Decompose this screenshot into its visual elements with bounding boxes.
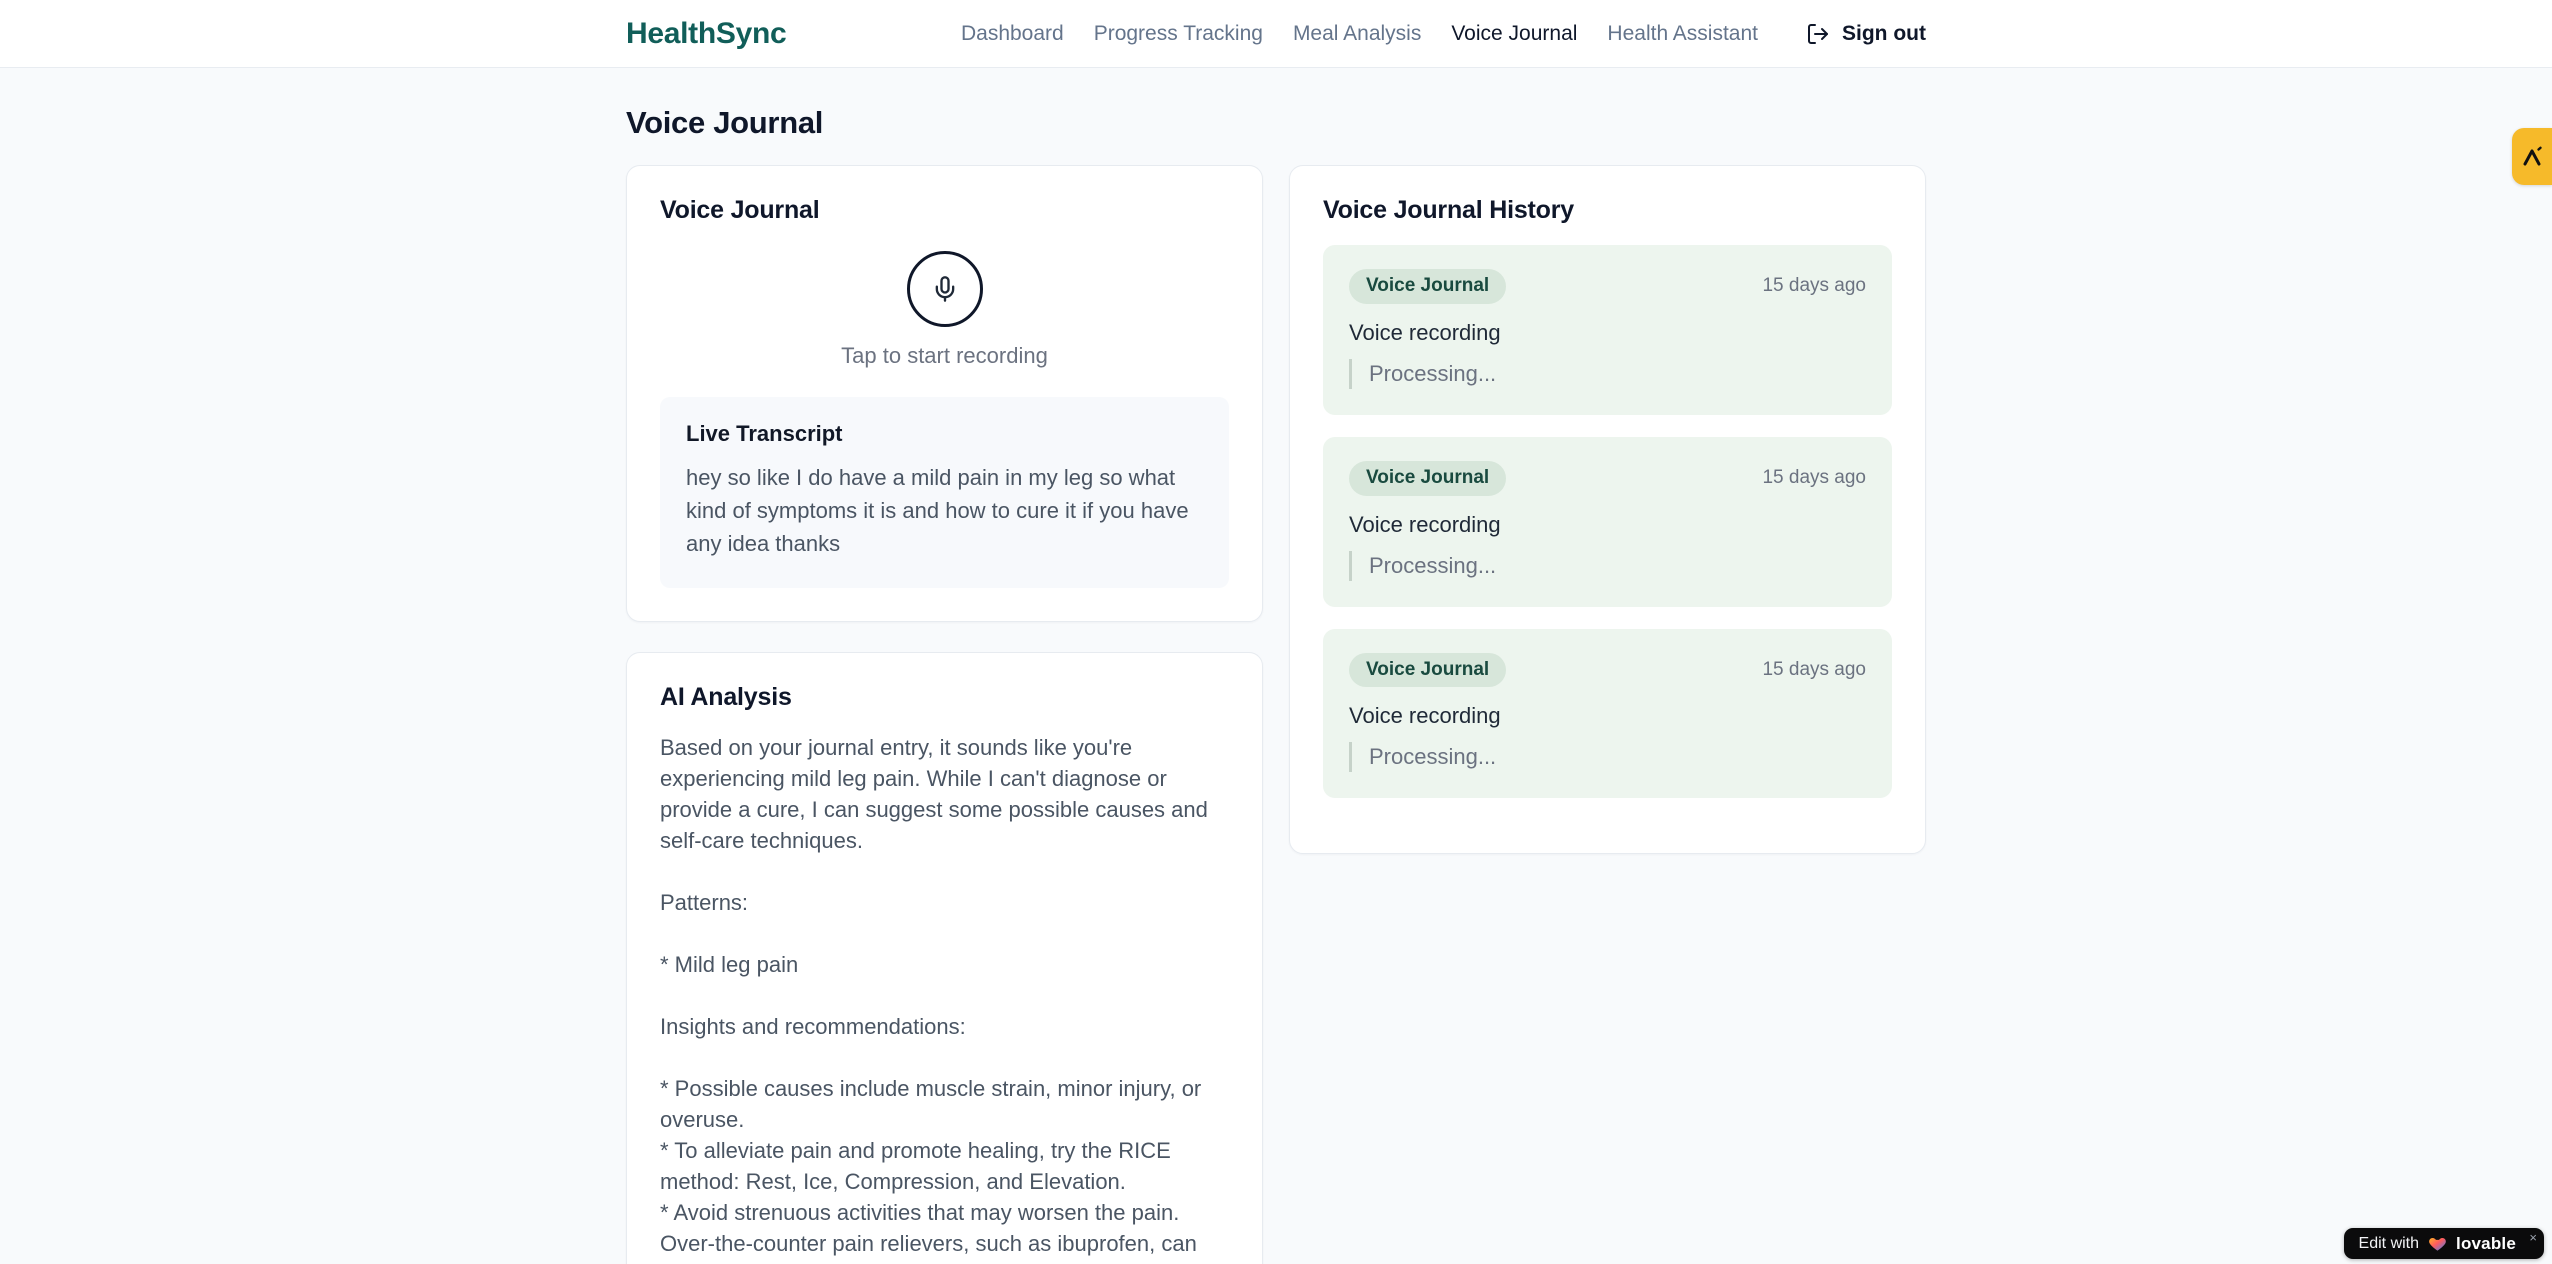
main-nav: Dashboard Progress Tracking Meal Analysi… [961, 22, 1926, 46]
nav-meal-analysis[interactable]: Meal Analysis [1293, 22, 1421, 46]
nav-voice-journal[interactable]: Voice Journal [1451, 22, 1577, 46]
microphone-icon [931, 275, 959, 303]
nav-progress-tracking[interactable]: Progress Tracking [1094, 22, 1263, 46]
entry-status: Processing... [1349, 358, 1866, 389]
entry-timestamp: 15 days ago [1762, 467, 1866, 489]
ai-analysis-card: AI Analysis Based on your journal entry,… [626, 652, 1263, 1264]
log-out-icon [1806, 22, 1830, 46]
main-content: Voice Journal Voice Journal Tap to start… [626, 68, 1926, 1264]
heart-icon [2428, 1234, 2447, 1253]
tap-to-record-hint: Tap to start recording [841, 343, 1048, 368]
live-transcript-text: hey so like I do have a mild pain in my … [686, 465, 1189, 556]
page-title: Voice Journal [626, 105, 824, 140]
history-title: Voice Journal History [1323, 196, 1574, 224]
close-icon[interactable]: × [2529, 1231, 2537, 1244]
entry-description: Voice recording [1349, 703, 1501, 729]
record-button[interactable] [906, 251, 983, 327]
entry-type-badge: Voice Journal [1349, 652, 1507, 688]
entry-type-badge: Voice Journal [1349, 269, 1507, 304]
voice-journal-history-card: Voice Journal History Voice Journal 15 d… [1289, 165, 1926, 855]
ai-analysis-title: AI Analysis [660, 683, 792, 711]
history-entry[interactable]: Voice Journal 15 days ago Voice recordin… [1323, 436, 1892, 607]
nav-dashboard[interactable]: Dashboard [961, 22, 1064, 46]
entry-type-badge: Voice Journal [1349, 460, 1507, 496]
lovable-brand-label: lovable [2456, 1233, 2516, 1253]
entry-timestamp: 15 days ago [1762, 275, 1866, 297]
recorder-card-title: Voice Journal [660, 196, 820, 224]
entry-status: Processing... [1349, 742, 1866, 773]
voice-journal-card: Voice Journal Tap to start recording Liv… [626, 165, 1263, 622]
edit-with-lovable-badge[interactable]: Edit with lovable × [2343, 1228, 2544, 1259]
history-entry[interactable]: Voice Journal 15 days ago Voice recordin… [1323, 628, 1892, 799]
amber-logo-icon [2520, 145, 2544, 169]
live-transcript-title: Live Transcript [686, 421, 843, 446]
sign-out-button[interactable]: Sign out [1806, 22, 1926, 46]
app-logo[interactable]: HealthSync [626, 17, 787, 51]
history-entry[interactable]: Voice Journal 15 days ago Voice recordin… [1323, 245, 1892, 415]
sign-out-label: Sign out [1842, 21, 1926, 45]
top-nav: HealthSync Dashboard Progress Tracking M… [0, 0, 2552, 68]
entry-status: Processing... [1349, 550, 1866, 581]
entry-timestamp: 15 days ago [1762, 658, 1866, 680]
live-transcript-box: Live Transcript hey so like I do have a … [660, 397, 1229, 588]
nav-health-assistant[interactable]: Health Assistant [1607, 22, 1758, 46]
entry-description: Voice recording [1349, 319, 1501, 345]
ai-analysis-body: Based on your journal entry, it sounds l… [660, 735, 1208, 1264]
entry-description: Voice recording [1349, 511, 1501, 537]
side-extension-tab[interactable] [2512, 128, 2552, 185]
edit-with-label: Edit with [2358, 1234, 2420, 1252]
